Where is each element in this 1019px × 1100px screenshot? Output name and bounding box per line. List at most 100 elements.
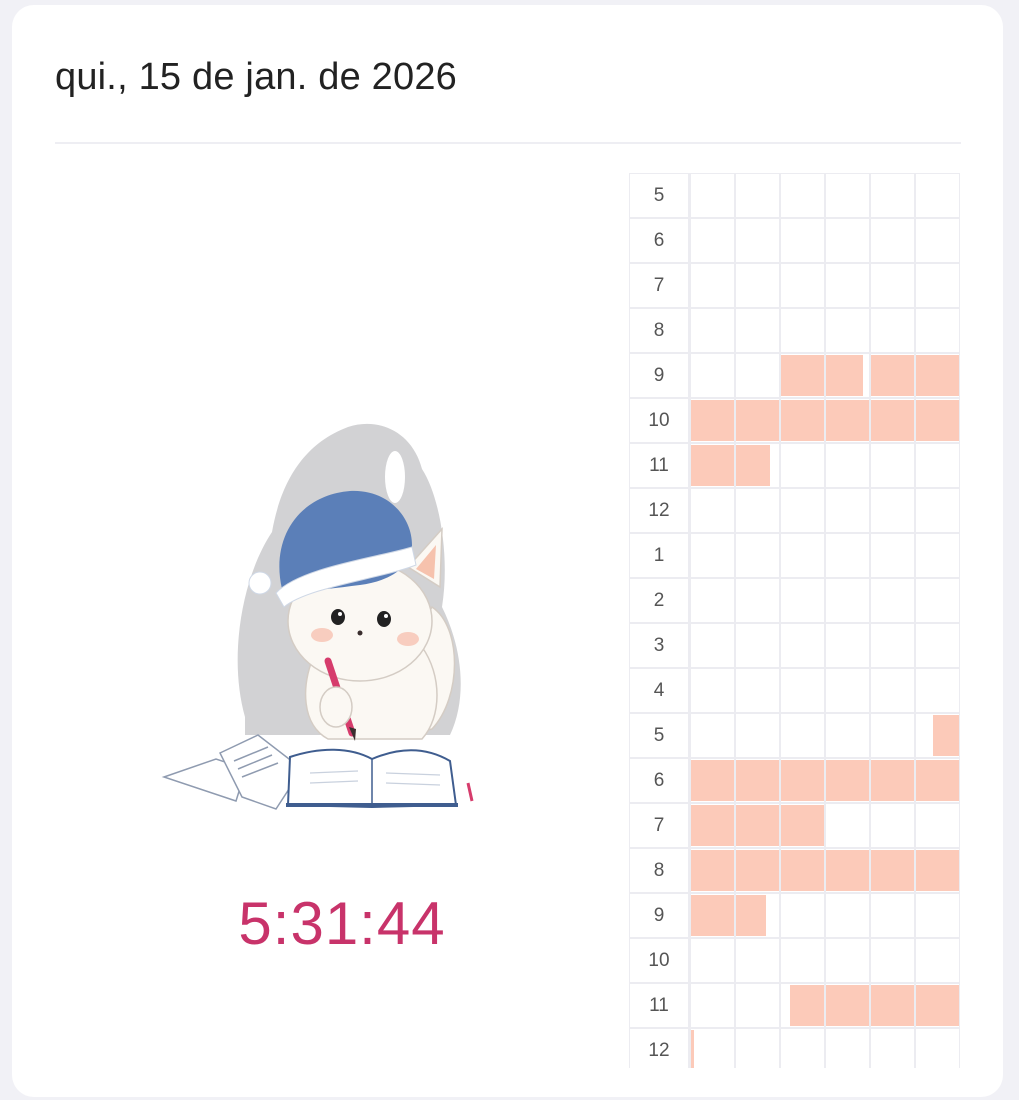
time-slot bbox=[870, 533, 915, 578]
slot-fill bbox=[691, 760, 734, 801]
time-slot bbox=[825, 173, 870, 218]
hour-label: 5 bbox=[629, 173, 690, 218]
time-slot bbox=[780, 173, 825, 218]
time-slot bbox=[915, 398, 960, 443]
hour-label: 6 bbox=[629, 218, 690, 263]
slot-fill bbox=[736, 760, 779, 801]
time-slot bbox=[735, 848, 780, 893]
time-slot bbox=[735, 758, 780, 803]
time-slot bbox=[780, 668, 825, 713]
time-slot bbox=[870, 218, 915, 263]
slot-fill bbox=[691, 895, 734, 936]
time-slot bbox=[735, 1028, 780, 1068]
slot-fill bbox=[736, 805, 779, 846]
time-slot bbox=[870, 398, 915, 443]
time-slot bbox=[735, 443, 780, 488]
slot-fill bbox=[916, 355, 959, 396]
time-slot bbox=[870, 578, 915, 623]
time-slot bbox=[690, 263, 735, 308]
time-slot bbox=[780, 893, 825, 938]
hour-label: 5 bbox=[629, 713, 690, 758]
slot-fill bbox=[916, 850, 959, 891]
time-slot bbox=[915, 578, 960, 623]
time-slot bbox=[735, 173, 780, 218]
time-slot bbox=[825, 218, 870, 263]
hour-label: 7 bbox=[629, 263, 690, 308]
time-slot bbox=[780, 443, 825, 488]
time-slot bbox=[690, 398, 735, 443]
slot-fill bbox=[781, 760, 824, 801]
time-slot bbox=[915, 623, 960, 668]
time-slot bbox=[870, 983, 915, 1028]
time-slot bbox=[915, 173, 960, 218]
time-slot bbox=[825, 308, 870, 353]
time-slot bbox=[735, 353, 780, 398]
time-slot bbox=[915, 713, 960, 758]
time-slot bbox=[870, 488, 915, 533]
time-slot bbox=[735, 533, 780, 578]
time-slot bbox=[780, 578, 825, 623]
slot-fill bbox=[691, 445, 734, 486]
hour-label: 12 bbox=[629, 488, 690, 533]
slot-fill bbox=[916, 400, 959, 441]
hour-label: 10 bbox=[629, 938, 690, 983]
time-slot bbox=[870, 938, 915, 983]
time-slot bbox=[870, 353, 915, 398]
time-slot bbox=[735, 803, 780, 848]
slot-fill bbox=[826, 985, 869, 1026]
time-slot bbox=[735, 308, 780, 353]
hour-label: 7 bbox=[629, 803, 690, 848]
slot-fill bbox=[781, 355, 824, 396]
time-slot bbox=[735, 668, 780, 713]
time-slot bbox=[825, 803, 870, 848]
hour-label: 4 bbox=[629, 668, 690, 713]
time-slot bbox=[690, 713, 735, 758]
hour-row: 12 bbox=[629, 488, 960, 533]
slot-fill bbox=[871, 400, 914, 441]
hour-row: 5 bbox=[629, 173, 960, 218]
hour-row: 6 bbox=[629, 218, 960, 263]
time-slot bbox=[780, 488, 825, 533]
slot-fill bbox=[691, 850, 734, 891]
time-slot bbox=[915, 938, 960, 983]
hour-label: 6 bbox=[629, 758, 690, 803]
time-slot bbox=[915, 353, 960, 398]
hour-row: 3 bbox=[629, 623, 960, 668]
slot-fill bbox=[736, 445, 771, 486]
time-slot bbox=[915, 983, 960, 1028]
time-slot bbox=[690, 488, 735, 533]
hour-row: 5 bbox=[629, 713, 960, 758]
slot-fill bbox=[871, 760, 914, 801]
slot-fill bbox=[781, 850, 824, 891]
time-slot bbox=[825, 758, 870, 803]
time-slot bbox=[825, 533, 870, 578]
hour-label: 8 bbox=[629, 308, 690, 353]
time-slot bbox=[915, 443, 960, 488]
time-slot bbox=[780, 713, 825, 758]
time-slot bbox=[870, 668, 915, 713]
hour-row: 8 bbox=[629, 848, 960, 893]
slot-fill bbox=[691, 400, 734, 441]
time-slot bbox=[870, 1028, 915, 1068]
hour-row: 11 bbox=[629, 443, 960, 488]
time-slot bbox=[870, 308, 915, 353]
hour-row: 7 bbox=[629, 803, 960, 848]
time-slot bbox=[780, 983, 825, 1028]
time-slot bbox=[690, 578, 735, 623]
time-slot bbox=[825, 623, 870, 668]
hour-label: 3 bbox=[629, 623, 690, 668]
hour-row: 10 bbox=[629, 398, 960, 443]
time-slot bbox=[780, 398, 825, 443]
slot-fill bbox=[826, 400, 869, 441]
slot-fill bbox=[691, 1030, 695, 1068]
time-slot bbox=[870, 173, 915, 218]
time-slot bbox=[870, 848, 915, 893]
time-slot bbox=[870, 623, 915, 668]
time-slot bbox=[780, 353, 825, 398]
time-slot bbox=[825, 353, 870, 398]
time-slot bbox=[780, 308, 825, 353]
slot-fill bbox=[781, 400, 824, 441]
time-slot bbox=[690, 443, 735, 488]
time-slot bbox=[735, 398, 780, 443]
hour-label: 2 bbox=[629, 578, 690, 623]
